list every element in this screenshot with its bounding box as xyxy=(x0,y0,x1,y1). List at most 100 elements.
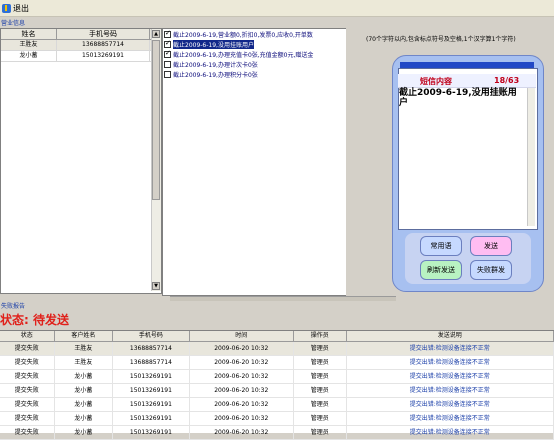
table-row[interactable]: 提交失败 龙小蓄 15013269191 2009-06-20 10:32 管理员 提交出… xyxy=(0,398,554,412)
row-customer: 王胜友 xyxy=(55,342,114,355)
row-status: 提交失败 xyxy=(0,356,55,369)
splitter-handle[interactable] xyxy=(170,296,396,301)
message-checkbox[interactable] xyxy=(164,70,171,78)
row-customer: 龙小蓄 xyxy=(55,412,114,425)
table-row[interactable]: 提交失败 龙小蓄 15013269191 2009-06-20 10:32 管理员 提交出… xyxy=(0,370,554,384)
message-text: 截止2009-6-19,办理积分卡0张 xyxy=(173,71,258,79)
sms-header: 短信内容 18/63 xyxy=(398,74,536,88)
row-phone: 13688857714 xyxy=(113,342,190,355)
row-status: 提交失败 xyxy=(0,398,55,411)
column-header-status[interactable]: 状态 xyxy=(0,331,55,341)
row-customer: 龙小蓄 xyxy=(55,384,114,397)
message-item[interactable]: 截止2009-6-19,办理积分卡0张 xyxy=(164,69,336,79)
row-operator: 管理员 xyxy=(294,384,347,397)
message-checkbox[interactable] xyxy=(164,49,171,58)
row-operator: 管理员 xyxy=(294,370,347,383)
exit-button[interactable]: 退出 xyxy=(2,2,29,14)
message-item[interactable]: 截止2009-6-19,没用挂账用户 xyxy=(164,39,336,49)
refresh-send-button[interactable]: 刷新发送 xyxy=(420,260,462,280)
row-phone: 15013269191 xyxy=(113,384,190,397)
row-time: 2009-06-20 10:32 xyxy=(190,426,294,439)
row-description: 提交出错:检测设备连接不正常 xyxy=(347,356,554,369)
customer-list-header: 姓名 手机号码 xyxy=(1,29,161,40)
row-time: 2009-06-20 10:32 xyxy=(190,356,294,369)
column-header-description[interactable]: 发送说明 xyxy=(347,331,554,341)
column-header-phone[interactable]: 手机号码 xyxy=(57,29,150,39)
table-row[interactable]: 提交失败 龙小蓄 15013269191 2009-06-20 10:32 管理员 提交出… xyxy=(0,412,554,426)
scroll-thumb[interactable] xyxy=(152,40,160,200)
row-time: 2009-06-20 10:32 xyxy=(190,384,294,397)
row-time: 2009-06-20 10:32 xyxy=(190,412,294,425)
customer-row[interactable]: 龙小蓄 15013269191 xyxy=(1,51,161,62)
row-phone: 15013269191 xyxy=(113,426,190,439)
column-header-phone[interactable]: 手机号码 xyxy=(113,331,190,341)
row-customer: 龙小蓄 xyxy=(55,370,114,383)
toolbar: 退出 xyxy=(0,0,554,17)
business-section-title: 营业信息 xyxy=(1,20,26,27)
column-header-operator[interactable]: 操作员 xyxy=(294,331,347,341)
exit-icon xyxy=(2,3,11,13)
failure-table: 状态 客户姓名 手机号码 时间 操作员 发送说明 提交失败 王胜友 13688857… xyxy=(0,330,554,440)
row-customer: 王胜友 xyxy=(55,356,114,369)
row-status: 提交失败 xyxy=(0,412,55,425)
table-row[interactable]: 提交失败 王胜友 13688857714 2009-06-20 10:32 管理员 提交出… xyxy=(0,342,554,356)
message-text: 截止2009-6-19,办理充值卡0张,充值金额0元,赠送金 xyxy=(173,51,314,59)
failure-table-header: 状态 客户姓名 手机号码 时间 操作员 发送说明 xyxy=(0,331,554,342)
row-status: 提交失败 xyxy=(0,342,55,355)
row-operator: 管理员 xyxy=(294,342,347,355)
column-header-customer[interactable]: 客户姓名 xyxy=(55,331,114,341)
table-row[interactable]: 提交失败 龙小蓄 15013269191 2009-06-20 10:32 管理员 提交出… xyxy=(0,384,554,398)
sms-content-scrollbar[interactable] xyxy=(527,88,535,226)
sms-header-label: 短信内容 xyxy=(420,77,452,86)
row-description: 提交出错:检测设备连接不正常 xyxy=(347,370,554,383)
scroll-up-icon[interactable]: ▲ xyxy=(152,30,160,38)
column-header-name[interactable]: 姓名 xyxy=(1,29,57,39)
failure-group-send-button[interactable]: 失败群发 xyxy=(470,260,512,280)
message-items: 截止2009-6-19,营业额0,折扣0,发票0,应收0,开单数截止2009-6… xyxy=(164,29,336,79)
row-time: 2009-06-20 10:32 xyxy=(190,398,294,411)
row-description: 提交出错:检测设备连接不正常 xyxy=(347,426,554,439)
customer-row[interactable]: 王胜友 13688857714 xyxy=(1,40,161,51)
table-row[interactable]: 提交失败 龙小蓄 15013269191 2009-06-20 10:32 管理员 提交出… xyxy=(0,426,554,440)
message-item[interactable]: 截止2009-6-19,办理计次卡0张 xyxy=(164,59,336,69)
table-row[interactable]: 提交失败 王胜友 13688857714 2009-06-20 10:32 管理员 提交出… xyxy=(0,356,554,370)
row-status: 提交失败 xyxy=(0,426,55,439)
row-customer: 龙小蓄 xyxy=(55,398,114,411)
char-limit-hint: (70个字符以内,包含标点符号及空格,1个汉字算1个字符) xyxy=(366,36,516,43)
message-text: 截止2009-6-19,营业额0,折扣0,发票0,应收0,开单数 xyxy=(173,31,313,39)
message-checkbox[interactable] xyxy=(164,39,171,48)
row-description: 提交出错:检测设备连接不正常 xyxy=(347,412,554,425)
failure-section-title: 失败报告 xyxy=(1,303,26,310)
customer-list-scrollbar[interactable]: ▲ ▼ xyxy=(151,29,161,291)
row-description: 提交出错:检测设备连接不正常 xyxy=(347,384,554,397)
row-operator: 管理员 xyxy=(294,426,347,439)
customer-name: 王胜友 xyxy=(1,40,57,50)
sms-content-textarea[interactable]: 截止2009-6-19,没用挂账用户 xyxy=(399,88,525,108)
message-item[interactable]: 截止2009-6-19,办理充值卡0张,充值金额0元,赠送金 xyxy=(164,49,336,59)
send-status: 状态: 待发送 xyxy=(0,313,69,327)
row-operator: 管理员 xyxy=(294,398,347,411)
customer-list: 姓名 手机号码 王胜友 13688857714 龙小蓄 15013269191 … xyxy=(0,28,162,294)
char-count: 18/63 xyxy=(494,76,520,85)
row-description: 提交出错:检测设备连接不正常 xyxy=(347,398,554,411)
row-customer: 龙小蓄 xyxy=(55,426,114,439)
failure-rows: 提交失败 王胜友 13688857714 2009-06-20 10:32 管理员 提交出… xyxy=(0,342,554,440)
customer-phone: 13688857714 xyxy=(57,40,150,50)
row-operator: 管理员 xyxy=(294,356,347,369)
message-text: 截止2009-6-19,办理计次卡0张 xyxy=(173,61,258,69)
row-status: 提交失败 xyxy=(0,370,55,383)
row-phone: 15013269191 xyxy=(113,370,190,383)
message-item[interactable]: 截止2009-6-19,营业额0,折扣0,发票0,应收0,开单数 xyxy=(164,29,336,39)
row-time: 2009-06-20 10:32 xyxy=(190,342,294,355)
row-time: 2009-06-20 10:32 xyxy=(190,370,294,383)
column-header-time[interactable]: 时间 xyxy=(190,331,294,341)
row-phone: 13688857714 xyxy=(113,356,190,369)
message-checkbox[interactable] xyxy=(164,29,171,38)
send-button[interactable]: 发送 xyxy=(470,236,512,256)
scroll-down-icon[interactable]: ▼ xyxy=(152,282,160,290)
phrases-button[interactable]: 常用语 xyxy=(420,236,462,256)
message-text: 截止2009-6-19,没用挂账用户 xyxy=(173,39,254,49)
message-template-list: 截止2009-6-19,营业额0,折扣0,发票0,应收0,开单数截止2009-6… xyxy=(162,28,347,296)
message-checkbox[interactable] xyxy=(164,60,171,68)
row-operator: 管理员 xyxy=(294,412,347,425)
